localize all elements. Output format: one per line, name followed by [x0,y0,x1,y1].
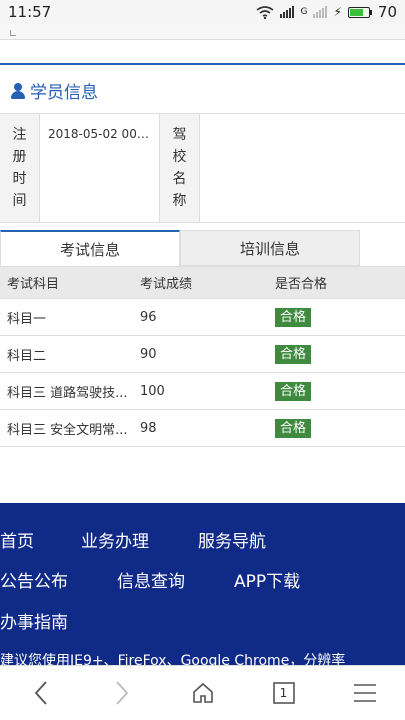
footer-links-row: 首页 业务办理 服务导航 [0,527,266,552]
exam-results-table: 考试科目 考试成绩 是否合格 科目一 96 合格 科目二 90 合格 科目三 道… [0,266,405,447]
score-cell: 100 [140,383,165,399]
subject-cell: 科目二 [7,348,47,364]
reg-time-value: 2018-05-02 00:... [40,114,160,222]
score-cell: 90 [140,346,157,362]
back-button[interactable] [21,673,61,713]
subject-cell: 科目三 道路驾驶技... [7,385,128,401]
tab-exam-info[interactable]: 考试信息 [0,230,180,266]
footer-link-announcements[interactable]: 公告公布 [0,567,117,592]
browser-toolbar: 1 [0,665,405,720]
footer-link-home[interactable]: 首页 [0,527,81,552]
tabs-button[interactable]: 1 [264,673,304,713]
pass-cell: 合格 [268,418,405,438]
table-row: 科目三 安全文明常... 98 合格 [0,409,405,446]
pass-badge: 合格 [275,344,312,364]
user-icon [10,82,26,99]
reg-time-label: 注册时间 [0,114,40,222]
pass-cell: 合格 [268,307,405,327]
subject-cell: 科目一 [7,311,47,327]
network-type: G [300,7,308,17]
score-cell: 98 [140,420,157,436]
footer-link-guide[interactable]: 办事指南 [0,608,68,633]
signal-icon-secondary [313,6,328,18]
battery-icon [347,6,372,18]
header-subject: 考试科目 [7,277,60,292]
section-title: 学员信息 [30,83,98,103]
footer-link-service-nav[interactable]: 服务导航 [198,527,266,552]
chevron-left-icon [34,681,47,705]
battery-level: 70 [377,3,397,21]
pass-cell: 合格 [268,344,405,364]
menu-button[interactable] [345,673,385,713]
charging-icon: ⚡ [333,5,342,19]
wifi-icon [257,5,274,19]
hamburger-icon [353,684,376,702]
pass-badge: 合格 [275,418,312,438]
score-cell: 96 [140,309,157,325]
home-icon [192,682,213,703]
forward-button[interactable] [102,673,142,713]
status-bar: 11:57 G ⚡ 70 [0,0,405,24]
section-heading: 学员信息 [10,78,98,103]
school-value [200,114,405,222]
student-info-table: 注册时间 2018-05-02 00:... 驾校名称 [0,113,405,223]
clock: 11:57 [8,3,52,21]
site-footer: 首页 业务办理 服务导航 公告公布 信息查询 APP下载 办事指南 建议您使用I… [0,503,405,669]
footer-links-row: 办事指南 [0,608,68,633]
school-label: 驾校名称 [160,114,200,222]
pass-badge: 合格 [275,307,312,327]
footer-links-row: 公告公布 信息查询 APP下载 [0,567,300,592]
tab-count: 1 [279,686,288,700]
tab-training-info[interactable]: 培训信息 [180,230,360,266]
collapsed-header [0,24,405,40]
status-icons: G ⚡ 70 [256,3,397,21]
table-row: 科目二 90 合格 [0,335,405,372]
signal-icon [280,6,295,18]
table-row: 科目一 96 合格 [0,298,405,335]
table-header: 考试科目 考试成绩 是否合格 [0,266,405,298]
table-row: 科目三 道路驾驶技... 100 合格 [0,372,405,409]
footer-link-app-download[interactable]: APP下载 [234,567,300,592]
home-button[interactable] [183,673,223,713]
footer-link-query[interactable]: 信息查询 [117,567,234,592]
header-pass: 是否合格 [275,277,328,292]
corner-mark [10,30,16,36]
section-divider [0,63,405,65]
chevron-right-icon [115,681,128,705]
pass-badge: 合格 [275,381,312,401]
header-score: 考试成绩 [140,277,193,292]
subject-cell: 科目三 安全文明常... [7,422,128,438]
info-tabs: 考试信息 培训信息 [0,230,360,266]
pass-cell: 合格 [268,381,405,401]
footer-link-business[interactable]: 业务办理 [81,527,198,552]
